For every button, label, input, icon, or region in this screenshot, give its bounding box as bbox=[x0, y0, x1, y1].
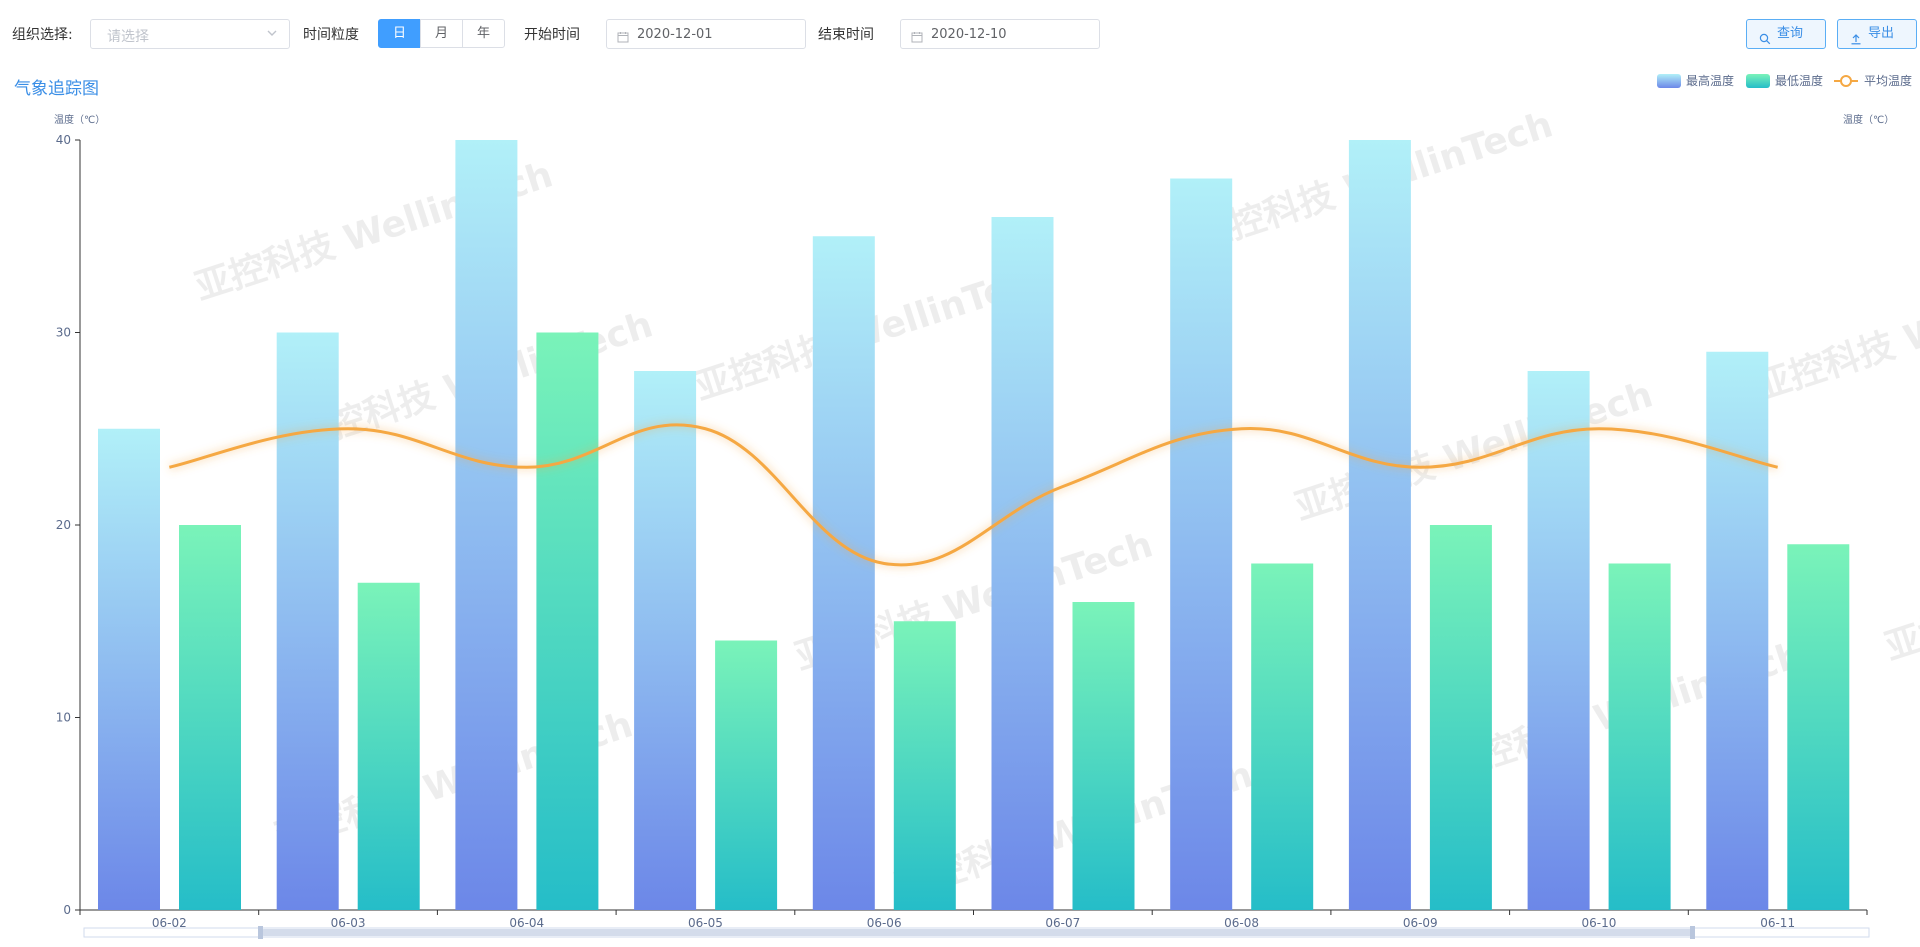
start-date-picker[interactable]: 2020-12-01 bbox=[606, 19, 806, 49]
y-axis-right-label: 温度（℃） bbox=[1843, 113, 1894, 126]
y-tick-label: 30 bbox=[56, 326, 71, 340]
bar-min-temp bbox=[1429, 525, 1492, 910]
calendar-icon bbox=[617, 28, 629, 47]
bar-min-temp bbox=[179, 525, 241, 910]
bar-min-temp bbox=[715, 640, 778, 910]
end-date-picker[interactable]: 2020-12-10 bbox=[900, 19, 1100, 49]
zoom-handle-right[interactable] bbox=[1690, 926, 1695, 939]
granularity-year-button[interactable]: 年 bbox=[462, 19, 505, 48]
query-button[interactable]: 查询 bbox=[1746, 19, 1826, 49]
bar-max-temp bbox=[455, 140, 518, 910]
legend-swatch-max bbox=[1657, 74, 1681, 88]
filter-toolbar: 组织选择: 请选择 时间粒度 日 月 年 开始时间 2020-12-01 结束时… bbox=[0, 0, 1920, 70]
legend-label-min: 最低温度 bbox=[1775, 73, 1823, 88]
bar-min-temp bbox=[357, 582, 420, 910]
end-date-value: 2020-12-10 bbox=[931, 27, 1007, 42]
end-time-label: 结束时间 bbox=[818, 27, 874, 43]
calendar-icon bbox=[911, 28, 923, 47]
bar-max-temp bbox=[1706, 351, 1769, 910]
bar-max-temp bbox=[812, 236, 875, 910]
chevron-down-icon bbox=[265, 25, 279, 44]
bar-max-temp bbox=[1348, 140, 1411, 910]
y-tick-label: 10 bbox=[56, 711, 71, 725]
watermark-text: 亚控科技 WellinTech bbox=[1750, 254, 1920, 408]
weather-chart: 亚控科技 WellinTech亚控科技 WellinTech亚控科技 Welli… bbox=[54, 73, 1920, 939]
bar-min-temp bbox=[1251, 563, 1314, 910]
export-button-label: 导出 bbox=[1868, 26, 1895, 41]
org-label: 组织选择: bbox=[12, 27, 73, 43]
granularity-label: 时间粒度 bbox=[303, 27, 359, 43]
bar-min-temp bbox=[1608, 563, 1671, 910]
bar-min-temp bbox=[893, 621, 956, 910]
bar-max-temp bbox=[634, 371, 697, 910]
bar-max-temp bbox=[991, 217, 1054, 910]
y-axis-left-label: 温度（℃） bbox=[54, 113, 105, 126]
search-icon bbox=[1759, 28, 1771, 56]
y-tick-label: 40 bbox=[56, 133, 71, 147]
granularity-month-button[interactable]: 月 bbox=[420, 19, 463, 48]
bar-min-temp bbox=[1787, 544, 1850, 910]
legend-swatch-avg-dot bbox=[1840, 75, 1852, 87]
bar-max-temp bbox=[98, 428, 160, 910]
legend-label-avg: 平均温度 bbox=[1864, 73, 1912, 88]
legend-label-max: 最高温度 bbox=[1686, 73, 1734, 88]
chart-legend: 最高温度 最低温度 平均温度 bbox=[1657, 73, 1912, 88]
query-button-label: 查询 bbox=[1777, 26, 1804, 41]
zoom-handle-left[interactable] bbox=[258, 926, 263, 939]
export-button[interactable]: 导出 bbox=[1837, 19, 1917, 49]
y-tick-label: 0 bbox=[63, 903, 71, 917]
legend-swatch-min bbox=[1746, 74, 1770, 88]
bar-max-temp bbox=[1170, 178, 1233, 910]
y-tick-label: 20 bbox=[56, 518, 71, 532]
bar-max-temp bbox=[276, 332, 339, 910]
start-date-value: 2020-12-01 bbox=[637, 27, 713, 42]
zoom-window[interactable] bbox=[262, 929, 1692, 936]
upload-icon bbox=[1850, 28, 1862, 56]
org-select-placeholder: 请选择 bbox=[107, 29, 149, 45]
granularity-day-button[interactable]: 日 bbox=[378, 19, 421, 48]
watermark-text: 亚控科技 WellinTech bbox=[1880, 514, 1920, 668]
org-select[interactable]: 请选择 bbox=[90, 19, 290, 49]
bar-min-temp bbox=[536, 332, 599, 910]
granularity-toggle: 日 月 年 bbox=[378, 19, 505, 48]
data-zoom-slider[interactable] bbox=[83, 926, 1870, 939]
start-time-label: 开始时间 bbox=[524, 27, 580, 43]
bar-max-temp bbox=[1527, 371, 1590, 910]
bar-min-temp bbox=[1072, 602, 1135, 910]
